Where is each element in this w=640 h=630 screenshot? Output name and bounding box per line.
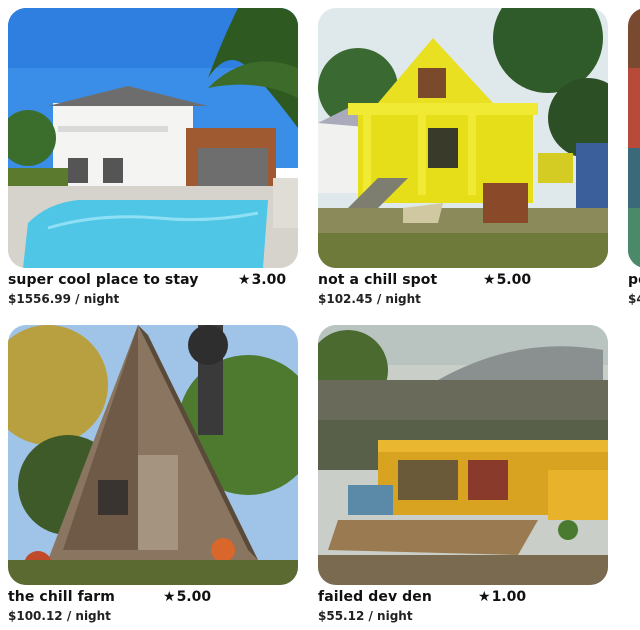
listing-title[interactable]: po — [628, 272, 640, 288]
rating-value: 5.00 — [176, 589, 212, 605]
star-icon: ★ — [478, 589, 491, 605]
a-frame-shack-photo — [8, 325, 298, 585]
listing-rating: ★5.00 — [483, 272, 531, 288]
yellow-house-photo — [318, 8, 608, 268]
listing-card[interactable]: po $4 — [628, 8, 640, 312]
rating-value: 1.00 — [491, 589, 527, 605]
star-icon: ★ — [238, 272, 251, 288]
listing-photo-partial[interactable] — [628, 8, 640, 268]
listing-rating: ★3.00 — [238, 272, 286, 288]
listing-title[interactable]: not a chill spot — [318, 272, 437, 288]
listing-photo-pool-house[interactable] — [8, 8, 298, 268]
rating-value: 5.00 — [496, 272, 532, 288]
listing-price: $102.45 / night — [318, 292, 421, 306]
listing-title[interactable]: the chill farm — [8, 589, 115, 605]
listing-card[interactable]: not a chill spot ★5.00 $102.45 / night — [318, 8, 608, 312]
listing-photo-a-frame[interactable] — [8, 325, 298, 585]
partial-listing-photo — [628, 8, 640, 268]
listing-title[interactable]: failed dev den — [318, 589, 432, 605]
listing-price: $4 — [628, 292, 640, 306]
star-icon: ★ — [483, 272, 496, 288]
house-pool-photo — [8, 8, 298, 268]
bus-hideout-photo — [318, 325, 608, 585]
listing-card[interactable]: failed dev den ★1.00 $55.12 / night — [318, 325, 608, 629]
listing-photo-yellow-house[interactable] — [318, 8, 608, 268]
listing-rating: ★1.00 — [478, 589, 526, 605]
listing-price: $100.12 / night — [8, 609, 111, 623]
listing-card[interactable]: super cool place to stay ★3.00 $1556.99 … — [8, 8, 298, 312]
listing-rating: ★5.00 — [163, 589, 211, 605]
listing-price: $55.12 / night — [318, 609, 413, 623]
listing-photo-bus-hideout[interactable] — [318, 325, 608, 585]
rating-value: 3.00 — [251, 272, 287, 288]
listing-card[interactable]: the chill farm ★5.00 $100.12 / night — [8, 325, 298, 629]
listing-title[interactable]: super cool place to stay — [8, 272, 199, 288]
listing-price: $1556.99 / night — [8, 292, 120, 306]
star-icon: ★ — [163, 589, 176, 605]
